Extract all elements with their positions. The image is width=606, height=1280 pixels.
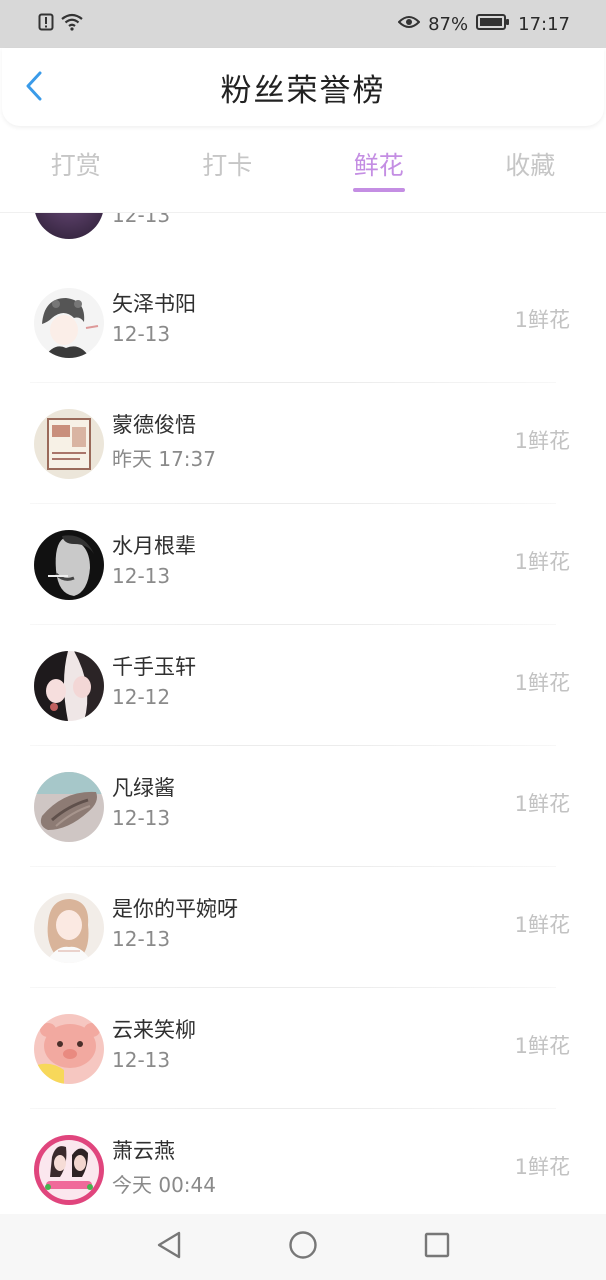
tab-label: 打赏 xyxy=(50,151,101,180)
list-item[interactable]: 蒙德俊悟 昨天 17:37 1鲜花 xyxy=(0,383,606,504)
battery-percent: 87% xyxy=(428,13,469,35)
flower-count: 1鲜花 xyxy=(514,913,570,937)
back-triangle-icon xyxy=(155,1230,183,1264)
tab-tips[interactable]: 打赏 xyxy=(0,132,152,198)
eye-icon xyxy=(397,14,421,35)
list-item[interactable]: 萧云燕 今天 00:44 1鲜花 xyxy=(0,1109,606,1215)
tab-favorites[interactable]: 收藏 xyxy=(455,132,606,198)
list-item-name: 蒙德俊悟 xyxy=(112,413,196,437)
list-item[interactable]: 凡绿酱 12-13 1鲜花 xyxy=(0,746,606,867)
list-item[interactable]: 矢泽书阳 12-13 1鲜花 xyxy=(0,262,606,383)
avatar xyxy=(34,1014,104,1084)
flower-count: 1鲜花 xyxy=(514,308,570,332)
flower-count: 1鲜花 xyxy=(514,671,570,695)
flower-count: 1鲜花 xyxy=(514,1155,570,1179)
avatar xyxy=(34,409,104,479)
battery-icon xyxy=(476,13,510,35)
nav-back-button[interactable] xyxy=(102,1214,236,1280)
list-item-name: 水月根辈 xyxy=(112,534,196,558)
tab-bar: 打赏 打卡 鲜花 收藏 xyxy=(0,132,606,198)
avatar xyxy=(34,288,104,358)
avatar xyxy=(34,651,104,721)
page-title: 粉丝荣誉榜 xyxy=(220,72,386,109)
tab-flowers[interactable]: 鲜花 xyxy=(303,132,455,198)
tab-checkin[interactable]: 打卡 xyxy=(152,132,304,198)
chevron-left-icon xyxy=(25,71,43,105)
list-item-name: 矢泽书阳 xyxy=(112,292,196,316)
flower-count: 1鲜花 xyxy=(514,792,570,816)
list-item-name: 千手玉轩 xyxy=(112,655,196,679)
list-item-name: 是你的平婉呀 xyxy=(112,897,238,921)
flower-count: 1鲜花 xyxy=(514,429,570,453)
list-item-date: 12-13 xyxy=(112,927,171,951)
nav-recents-button[interactable] xyxy=(370,1214,504,1280)
clock: 17:17 xyxy=(518,13,570,35)
list-item[interactable]: 云来笑柳 12-13 1鲜花 xyxy=(0,988,606,1109)
system-nav-bar xyxy=(0,1214,606,1280)
list-item-date: 12-12 xyxy=(112,685,171,709)
list-item[interactable]: 水月根辈 12-13 1鲜花 xyxy=(0,504,606,625)
screen: 87% 17:17 粉丝荣誉榜 打赏 打卡 鲜花 收藏 12-13 矢泽书阳 1… xyxy=(0,0,606,1280)
list-item-date: 12-13 xyxy=(112,564,171,588)
header-bar: 粉丝荣誉榜 xyxy=(2,48,604,126)
wifi-icon xyxy=(60,13,84,35)
list-item[interactable]: 千手玉轩 12-12 1鲜花 xyxy=(0,625,606,746)
tab-label: 收藏 xyxy=(505,151,556,180)
status-right: 87% 17:17 xyxy=(397,13,570,35)
list-item-date: 12-13 xyxy=(112,322,171,346)
back-button[interactable] xyxy=(22,71,46,105)
status-bar: 87% 17:17 xyxy=(0,0,606,48)
tab-label: 打卡 xyxy=(202,151,253,180)
alert-icon xyxy=(38,13,54,35)
list-item-name: 萧云燕 xyxy=(112,1139,175,1163)
status-left xyxy=(38,13,84,35)
avatar xyxy=(34,530,104,600)
nav-home-button[interactable] xyxy=(236,1214,370,1280)
fan-list[interactable]: 12-13 矢泽书阳 12-13 1鲜花 蒙德俊悟 昨天 17:37 1鲜花 水… xyxy=(0,213,606,1215)
list-item-date: 12-13 xyxy=(112,1048,171,1072)
tab-active-indicator xyxy=(352,188,405,192)
home-circle-icon xyxy=(288,1230,318,1264)
flower-count: 1鲜花 xyxy=(514,550,570,574)
list-item-partial[interactable]: 12-13 xyxy=(0,213,606,263)
list-item-date: 12-13 xyxy=(112,213,171,227)
avatar xyxy=(34,772,104,842)
flower-count: 1鲜花 xyxy=(514,1034,570,1058)
list-item-name: 凡绿酱 xyxy=(112,776,175,800)
list-item[interactable]: 是你的平婉呀 12-13 1鲜花 xyxy=(0,867,606,988)
list-item-date: 今天 00:44 xyxy=(112,1173,216,1197)
avatar xyxy=(34,1135,104,1205)
avatar xyxy=(34,213,104,239)
list-item-date: 12-13 xyxy=(112,806,171,830)
list-item-date: 昨天 17:37 xyxy=(112,447,216,471)
avatar xyxy=(34,893,104,963)
recents-square-icon xyxy=(423,1231,451,1263)
list-item-name: 云来笑柳 xyxy=(112,1018,196,1042)
